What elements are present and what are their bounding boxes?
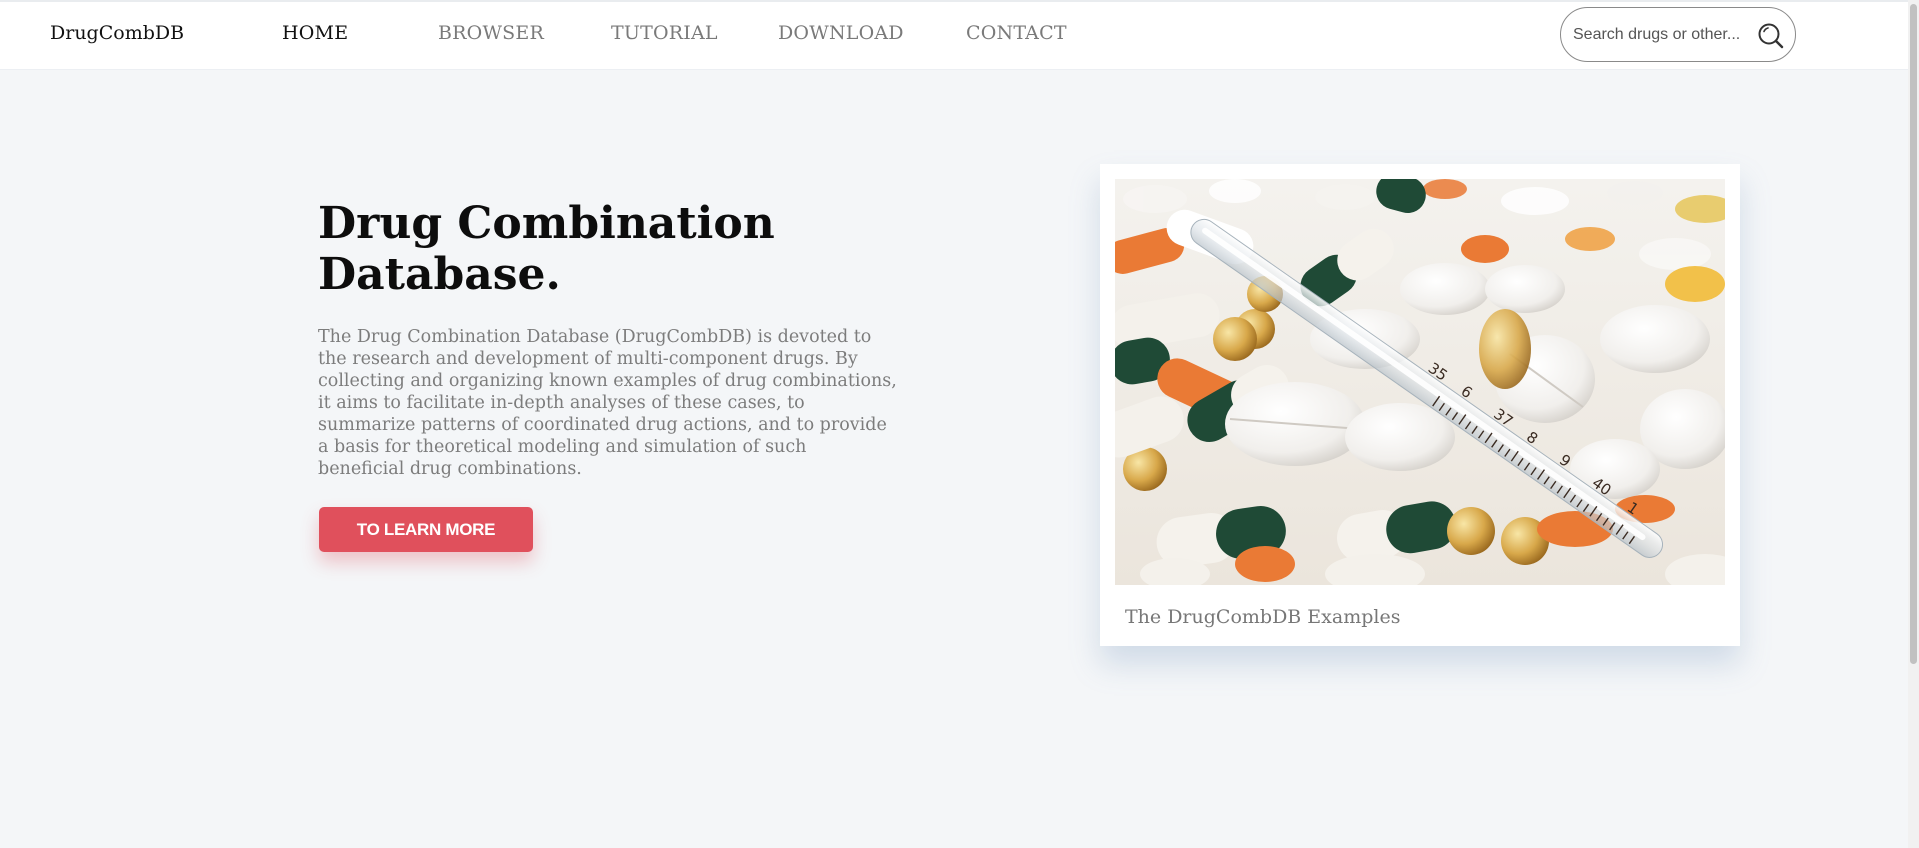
search-box [1560,7,1796,62]
nav-link-browser[interactable]: BROWSER [438,22,544,44]
nav-link-download[interactable]: DOWNLOAD [778,22,904,44]
search-input[interactable] [1571,20,1756,50]
top-navbar: DrugCombDB HOME BROWSER TUTORIAL DOWNLOA… [0,0,1908,70]
example-card: 35 6 37 8 9 40 1 The DrugCombDB Examples [1100,164,1740,646]
learn-more-button[interactable]: TO LEARN MORE [319,507,533,552]
hero-description: The Drug Combination Database (DrugCombD… [318,327,897,479]
scrollbar-thumb[interactable] [1910,4,1917,664]
card-caption: The DrugCombDB Examples [1125,606,1401,628]
brand-logo-link[interactable]: DrugCombDB [50,22,184,44]
pills-thermometer-image: 35 6 37 8 9 40 1 [1115,179,1725,585]
page-title: Drug Combination Database. [318,198,775,300]
nav-link-home[interactable]: HOME [282,22,348,44]
nav-link-contact[interactable]: CONTACT [966,22,1067,44]
nav-link-tutorial[interactable]: TUTORIAL [611,22,718,44]
search-icon[interactable] [1757,22,1785,50]
